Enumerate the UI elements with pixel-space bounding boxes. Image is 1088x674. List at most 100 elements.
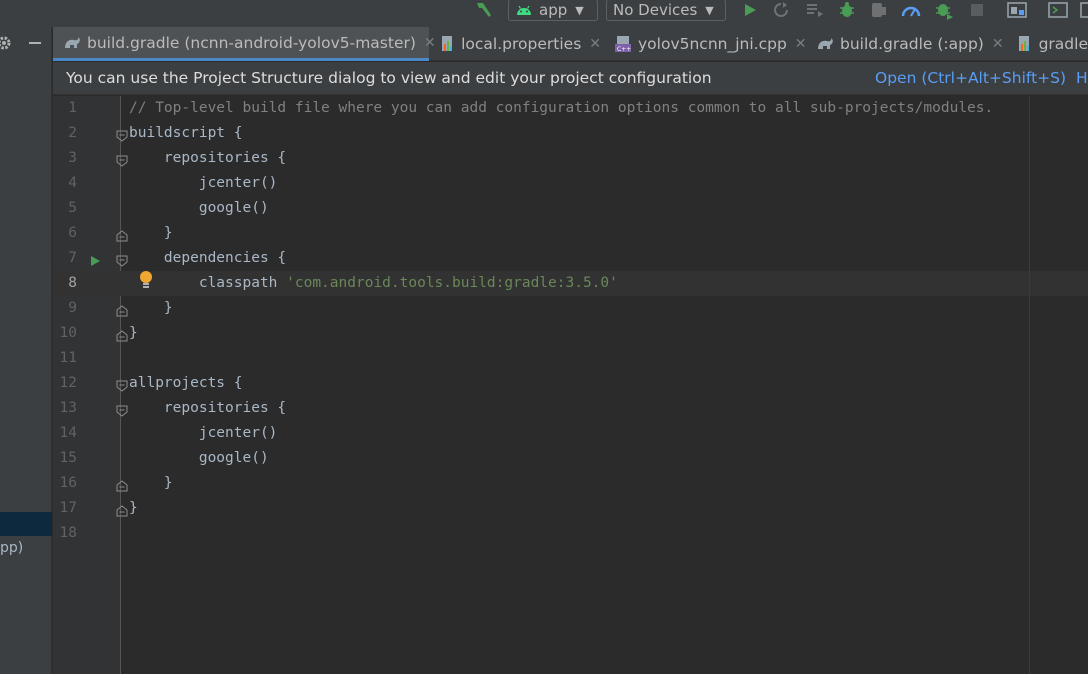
unfold-end-icon[interactable] bbox=[116, 227, 128, 242]
line-number: 17 bbox=[59, 500, 77, 516]
stop-icon[interactable] bbox=[966, 0, 988, 20]
code-line[interactable]: } bbox=[129, 296, 173, 321]
code-line[interactable]: google() bbox=[129, 196, 269, 221]
lightbulb-icon[interactable] bbox=[138, 270, 154, 290]
tab-label: local.properties bbox=[461, 35, 582, 53]
fold-icon[interactable] bbox=[116, 127, 128, 142]
fold-icon[interactable] bbox=[116, 402, 128, 417]
line-number: 9 bbox=[68, 300, 77, 316]
code-line[interactable]: } bbox=[129, 321, 138, 346]
close-icon[interactable]: ✕ bbox=[795, 36, 807, 52]
run-configuration-selector[interactable]: app ▼ bbox=[508, 0, 598, 21]
line-number: 1 bbox=[68, 100, 77, 116]
line-number: 5 bbox=[68, 200, 77, 216]
unfold-end-icon[interactable] bbox=[116, 477, 128, 492]
tab-build-gradle-project[interactable]: build.gradle (ncnn-android-yolov5-master… bbox=[53, 27, 436, 61]
editor-tab-bar: build.gradle (ncnn-android-yolov5-master… bbox=[53, 27, 1088, 61]
close-icon[interactable]: ✕ bbox=[992, 36, 1004, 52]
line-number: 11 bbox=[59, 350, 77, 366]
code-text: google() bbox=[129, 450, 269, 466]
line-number: 7 bbox=[68, 250, 77, 266]
debug-attach-icon[interactable] bbox=[933, 0, 955, 20]
code-text: google() bbox=[129, 200, 269, 216]
device-label: No Devices bbox=[613, 1, 698, 19]
tab-yolov5ncnn-jni-cpp[interactable]: C++ yolov5ncnn_jni.cpp ✕ bbox=[604, 27, 807, 61]
project-structure-notification: You can use the Project Structure dialog… bbox=[53, 62, 1088, 95]
terminal-icon[interactable] bbox=[1046, 0, 1070, 20]
apply-changes-icon[interactable] bbox=[770, 0, 792, 20]
right-margin-guide bbox=[1029, 96, 1030, 674]
code-line[interactable]: } bbox=[129, 221, 173, 246]
hide-notification-link[interactable]: H bbox=[1076, 69, 1088, 87]
android-icon bbox=[515, 3, 533, 17]
line-number: 14 bbox=[59, 425, 77, 441]
line-number: 10 bbox=[59, 325, 77, 341]
code-line[interactable]: repositories { bbox=[129, 396, 286, 421]
profile-icon[interactable] bbox=[868, 0, 890, 20]
line-number: 15 bbox=[59, 450, 77, 466]
tab-gradle-partial[interactable]: gradle bbox=[1008, 27, 1088, 61]
hammer-icon[interactable] bbox=[472, 0, 496, 20]
unfold-end-icon[interactable] bbox=[116, 302, 128, 317]
code-comment: // Top-level build file where you can ad… bbox=[129, 100, 994, 116]
fold-icon[interactable] bbox=[116, 377, 128, 392]
tab-label: build.gradle (ncnn-android-yolov5-master… bbox=[87, 33, 416, 52]
code-text: } bbox=[129, 225, 173, 241]
code-line[interactable]: repositories { bbox=[129, 146, 286, 171]
apply-code-changes-icon[interactable] bbox=[804, 0, 826, 20]
code-line[interactable]: dependencies { bbox=[129, 246, 286, 271]
code-line[interactable]: jcenter() bbox=[129, 171, 278, 196]
unfold-end-icon[interactable] bbox=[116, 327, 128, 342]
gear-icon[interactable] bbox=[0, 35, 12, 55]
debug-icon[interactable] bbox=[836, 0, 858, 20]
notification-message: You can use the Project Structure dialog… bbox=[66, 69, 712, 87]
tab-label: build.gradle (:app) bbox=[840, 35, 984, 53]
code-line[interactable]: buildscript { bbox=[129, 121, 243, 146]
code-text: allprojects { bbox=[129, 375, 243, 391]
code-line[interactable]: } bbox=[129, 471, 173, 496]
code-line[interactable]: google() bbox=[129, 446, 269, 471]
selected-tree-row[interactable] bbox=[0, 512, 52, 536]
close-icon[interactable]: ✕ bbox=[589, 36, 601, 52]
code-line[interactable]: jcenter() bbox=[129, 421, 278, 446]
attach-debugger-icon[interactable] bbox=[900, 0, 922, 20]
code-text: jcenter() bbox=[129, 175, 278, 191]
code-line[interactable]: classpath 'com.android.tools.build:gradl… bbox=[129, 271, 618, 296]
chevron-down-icon: ▼ bbox=[705, 3, 714, 17]
code-text: buildscript { bbox=[129, 125, 243, 141]
device-selector[interactable]: No Devices ▼ bbox=[606, 0, 726, 21]
unfold-end-icon[interactable] bbox=[116, 502, 128, 517]
line-number: 18 bbox=[59, 525, 77, 541]
line-number: 3 bbox=[68, 150, 77, 166]
code-text: dependencies { bbox=[129, 250, 287, 266]
fold-icon[interactable] bbox=[116, 252, 128, 267]
more-toolbar-icon[interactable] bbox=[1079, 0, 1088, 20]
run-gutter-icon[interactable] bbox=[89, 252, 101, 266]
code-text: repositories { bbox=[129, 150, 287, 166]
tab-build-gradle-app[interactable]: build.gradle (:app) ✕ bbox=[806, 27, 1006, 61]
code-text: } bbox=[129, 300, 173, 316]
code-text: repositories { bbox=[129, 400, 287, 416]
gradle-icon bbox=[63, 34, 81, 52]
tab-label: yolov5ncnn_jni.cpp bbox=[638, 35, 787, 53]
line-number: 4 bbox=[68, 175, 77, 191]
open-project-structure-link[interactable]: Open (Ctrl+Alt+Shift+S) bbox=[875, 69, 1066, 87]
main-toolbar: app ▼ No Devices ▼ bbox=[0, 0, 1088, 27]
code-line[interactable]: } bbox=[129, 496, 138, 521]
svg-text:C++: C++ bbox=[617, 46, 631, 53]
tab-local-properties[interactable]: local.properties ✕ bbox=[431, 27, 601, 61]
fold-icon[interactable] bbox=[116, 152, 128, 167]
project-panel: pp) bbox=[0, 27, 52, 674]
sdk-manager-icon[interactable] bbox=[1005, 0, 1029, 20]
line-number: 6 bbox=[68, 225, 77, 241]
tree-item-label[interactable]: pp) bbox=[0, 540, 23, 556]
line-number: 16 bbox=[59, 475, 77, 491]
gradle-icon bbox=[816, 35, 834, 53]
line-number: 8 bbox=[68, 275, 77, 291]
run-icon[interactable] bbox=[740, 0, 760, 20]
code-line[interactable]: allprojects { bbox=[129, 371, 243, 396]
minimize-icon[interactable] bbox=[27, 35, 43, 55]
project-panel-toolbar bbox=[0, 31, 52, 59]
tab-label: gradle bbox=[1038, 35, 1088, 53]
code-line[interactable]: // Top-level build file where you can ad… bbox=[129, 96, 993, 121]
